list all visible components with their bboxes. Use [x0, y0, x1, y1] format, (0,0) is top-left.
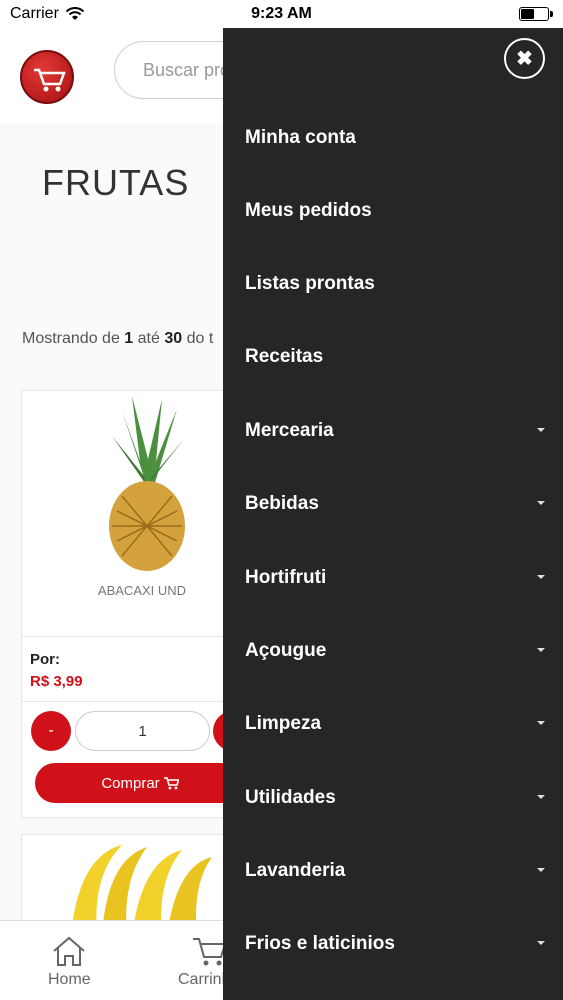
- menu-item-account[interactable]: Minha conta: [223, 101, 563, 174]
- product-price: R$ 3,99: [30, 673, 83, 690]
- menu-item-label: Limpeza: [245, 712, 322, 734]
- pineapple-image[interactable]: [82, 391, 212, 571]
- results-from: 1: [124, 330, 134, 347]
- cart-icon: [163, 776, 179, 789]
- decrease-quantity-button[interactable]: -: [31, 711, 71, 751]
- page-title: FRUTAS: [42, 162, 190, 203]
- caret-down-icon: [537, 648, 545, 652]
- menu-item-recipes[interactable]: Receitas: [223, 320, 563, 393]
- menu-item-label: Minha conta: [245, 126, 356, 148]
- menu-item-laundry[interactable]: Lavanderia: [223, 834, 563, 907]
- menu-item-label: Listas prontas: [245, 272, 375, 294]
- caret-down-icon: [537, 795, 545, 799]
- carrier-label: Carrier: [10, 5, 59, 22]
- side-drawer: ✖ Minha conta Meus pedidos Listas pronta…: [223, 28, 563, 1000]
- status-left: Carrier: [10, 5, 85, 23]
- cart-icon: [192, 938, 227, 966]
- results-prefix: Mostrando de: [22, 330, 125, 347]
- results-count: Mostrando de 1 até 30 do t: [22, 330, 213, 348]
- menu-item-utilities[interactable]: Utilidades: [223, 761, 563, 834]
- menu-item-ready-lists[interactable]: Listas prontas: [223, 247, 563, 320]
- nav-home-label: Home: [48, 971, 91, 988]
- menu-item-label: Frios e laticinios: [245, 932, 395, 954]
- quantity-input[interactable]: 1: [75, 711, 210, 751]
- results-suffix: do t: [182, 330, 214, 347]
- battery-icon: [519, 7, 553, 21]
- buy-button[interactable]: Comprar: [35, 763, 245, 803]
- menu-item-label: Bebidas: [245, 492, 319, 514]
- close-icon: ✖: [516, 48, 533, 70]
- caret-down-icon: [537, 575, 545, 579]
- nav-home[interactable]: Home: [48, 935, 91, 989]
- menu-item-label: Açougue: [245, 639, 327, 661]
- menu-item-produce[interactable]: Hortifruti: [223, 541, 563, 614]
- menu-item-label: Hortifruti: [245, 566, 327, 588]
- menu-item-butcher[interactable]: Açougue: [223, 614, 563, 687]
- menu-item-cleaning[interactable]: Limpeza: [223, 687, 563, 760]
- caret-down-icon: [537, 868, 545, 872]
- caret-down-icon: [537, 501, 545, 505]
- price-label: Por:: [30, 651, 60, 668]
- menu-item-label: Receitas: [245, 345, 324, 367]
- store-logo[interactable]: [20, 50, 74, 104]
- caret-down-icon: [537, 941, 545, 945]
- menu-item-dairy[interactable]: Frios e laticinios: [223, 907, 563, 980]
- results-mid: até: [133, 330, 165, 347]
- caret-down-icon: [537, 428, 545, 432]
- results-to: 30: [164, 330, 183, 347]
- close-drawer-button[interactable]: ✖: [504, 38, 545, 79]
- menu-item-label: Lavanderia: [245, 859, 346, 881]
- caret-down-icon: [537, 721, 545, 725]
- menu-item-label: Utilidades: [245, 786, 336, 808]
- home-icon: [53, 936, 85, 966]
- cart-logo-icon: [34, 68, 66, 92]
- status-bar: Carrier 9:23 AM: [0, 0, 563, 28]
- buy-button-label: Comprar: [101, 774, 160, 792]
- menu-item-orders[interactable]: Meus pedidos: [223, 174, 563, 247]
- menu-item-label: Meus pedidos: [245, 199, 372, 221]
- menu-item-label: Mercearia: [245, 419, 334, 441]
- menu-item-grocery[interactable]: Mercearia: [223, 394, 563, 467]
- wifi-icon: [65, 7, 85, 20]
- menu-item-drinks[interactable]: Bebidas: [223, 467, 563, 540]
